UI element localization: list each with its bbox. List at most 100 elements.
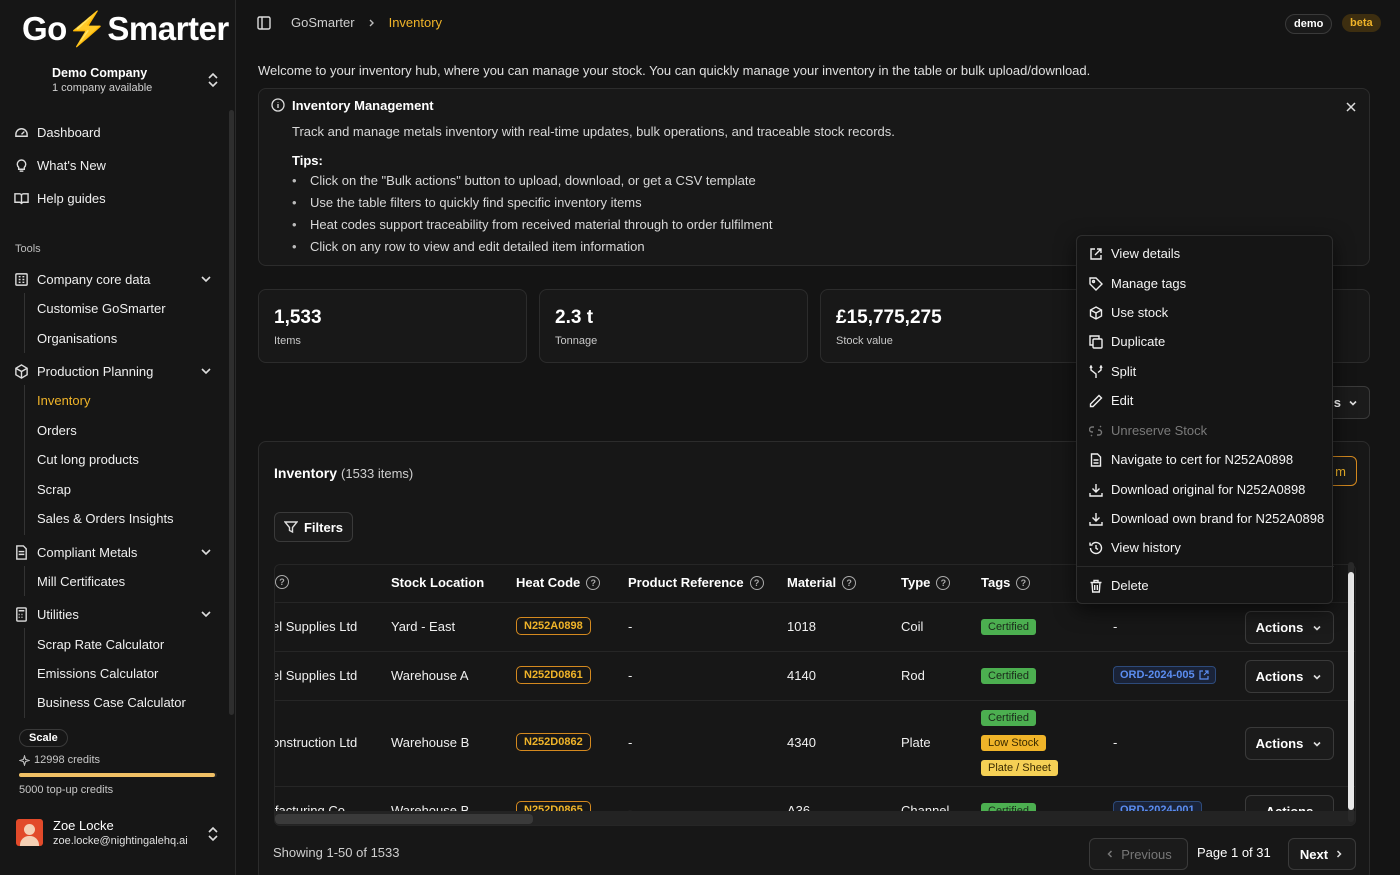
- sidebar-group-utilities[interactable]: Utilities: [14, 604, 79, 624]
- help-circle-icon[interactable]: ?: [275, 575, 289, 589]
- menu-item-download-own-brand[interactable]: Download own brand for N252A0898: [1089, 511, 1324, 526]
- table-row[interactable]: el Supplies Ltd Warehouse A N252D0861 - …: [275, 651, 1355, 700]
- book-icon: [14, 191, 29, 206]
- stat-value: 1,533: [274, 307, 322, 328]
- sidebar-item-scrap-rate-calculator[interactable]: Scrap Rate Calculator: [37, 637, 164, 652]
- sidebar-item-cut-long-products[interactable]: Cut long products: [37, 452, 139, 467]
- menu-item-label: Duplicate: [1111, 334, 1166, 349]
- heat-code-badge[interactable]: N252A0898: [516, 617, 591, 635]
- actions-button[interactable]: Actions: [1245, 660, 1334, 693]
- menu-item-view-history[interactable]: View history: [1089, 540, 1181, 555]
- previous-page-button[interactable]: Previous: [1089, 838, 1188, 870]
- bulk-actions-label: s: [1333, 395, 1341, 410]
- download-icon: [1089, 483, 1103, 497]
- column-header-label: Product Reference: [628, 575, 744, 590]
- menu-item-duplicate[interactable]: Duplicate: [1089, 334, 1165, 349]
- breadcrumb-item-gosmarter[interactable]: GoSmarter: [291, 15, 355, 30]
- chevron-down-icon[interactable]: [199, 545, 213, 559]
- credits-display: 12998 credits: [19, 754, 100, 766]
- sidebar-item-orders[interactable]: Orders: [37, 423, 77, 438]
- sidebar-item-label: What's New: [37, 157, 106, 173]
- column-header-supplier[interactable]: ?: [275, 575, 289, 589]
- chevrons-up-down-icon[interactable]: [206, 72, 220, 88]
- company-switcher[interactable]: Demo Company 1 company available: [52, 66, 152, 94]
- stat-label: Items: [274, 335, 301, 347]
- table-row[interactable]: onstruction Ltd Warehouse B N252D0862 - …: [275, 700, 1355, 786]
- table-vertical-scrollbar[interactable]: [1348, 562, 1354, 822]
- sidebar-item-mill-certificates[interactable]: Mill Certificates: [37, 574, 125, 589]
- help-circle-icon[interactable]: ?: [842, 575, 857, 590]
- gosmarter-logo[interactable]: Go⚡Smarter: [22, 10, 229, 49]
- table-title: Inventory (1533 items): [274, 465, 413, 481]
- sidebar-item-label: Help guides: [37, 190, 106, 206]
- sidebar-scrollbar[interactable]: [229, 110, 234, 715]
- order-link[interactable]: ORD-2024-005: [1113, 666, 1216, 684]
- tip-item: Heat codes support traceability from rec…: [292, 217, 772, 239]
- help-circle-icon[interactable]: ?: [586, 575, 601, 590]
- unlink-icon: [1089, 424, 1103, 438]
- sidebar-group-company-core-data[interactable]: Company core data: [14, 269, 150, 289]
- column-header-product-reference[interactable]: Product Reference?: [628, 575, 764, 590]
- sidebar-item-customise[interactable]: Customise GoSmarter: [37, 301, 166, 316]
- chevron-down-icon[interactable]: [199, 272, 213, 286]
- menu-item-download-original[interactable]: Download original for N252A0898: [1089, 482, 1305, 497]
- menu-item-use-stock[interactable]: Use stock: [1089, 305, 1168, 320]
- column-header-type[interactable]: Type?: [901, 575, 951, 590]
- sidebar-group-production-planning[interactable]: Production Planning: [14, 361, 153, 381]
- menu-item-manage-tags[interactable]: Manage tags: [1089, 276, 1186, 291]
- table-row[interactable]: el Supplies Ltd Yard - East N252A0898 - …: [275, 602, 1355, 651]
- sidebar-item-emissions-calculator[interactable]: Emissions Calculator: [37, 666, 158, 681]
- chevron-down-icon[interactable]: [199, 364, 213, 378]
- menu-separator: [1077, 566, 1334, 567]
- sidebar-tree-line: [24, 628, 25, 718]
- sidebar-item-help-guides[interactable]: Help guides: [14, 188, 106, 208]
- menu-item-navigate-to-cert[interactable]: Navigate to cert for N252A0898: [1089, 452, 1293, 467]
- next-page-button[interactable]: Next: [1288, 838, 1356, 870]
- sidebar-item-inventory[interactable]: Inventory: [37, 393, 90, 408]
- menu-item-view-details[interactable]: View details: [1089, 246, 1180, 261]
- sidebar: Go⚡Smarter Demo Company 1 company availa…: [0, 0, 236, 875]
- cell-type: Rod: [901, 668, 925, 683]
- heat-code-badge[interactable]: N252D0862: [516, 733, 591, 751]
- chevron-down-icon[interactable]: [199, 607, 213, 621]
- chevrons-up-down-icon[interactable]: [206, 826, 220, 842]
- heat-code-badge[interactable]: N252D0861: [516, 666, 591, 684]
- close-icon[interactable]: [1345, 101, 1357, 113]
- sidebar-item-sales-orders-insights[interactable]: Sales & Orders Insights: [37, 511, 174, 526]
- help-circle-icon[interactable]: ?: [1016, 575, 1031, 590]
- sidebar-item-business-case-calculator[interactable]: Business Case Calculator: [37, 695, 186, 710]
- column-header-tags[interactable]: Tags?: [981, 575, 1031, 590]
- menu-item-split[interactable]: Split: [1089, 364, 1136, 379]
- user-menu[interactable]: Zoe Locke zoe.locke@nightingalehq.ai: [16, 818, 188, 847]
- document-icon: [1089, 452, 1103, 467]
- sidebar-group-compliant-metals[interactable]: Compliant Metals: [14, 542, 137, 562]
- column-header-stock-location[interactable]: Stock Location: [391, 575, 484, 590]
- column-header-material[interactable]: Material?: [787, 575, 857, 590]
- menu-item-delete[interactable]: Delete: [1089, 578, 1149, 593]
- scrollbar-thumb[interactable]: [1348, 572, 1354, 810]
- table-horizontal-scrollbar[interactable]: [275, 811, 1355, 825]
- table-count: (1533 items): [341, 466, 414, 481]
- actions-button[interactable]: Actions: [1245, 611, 1334, 644]
- menu-item-edit[interactable]: Edit: [1089, 393, 1133, 408]
- sidebar-item-organisations[interactable]: Organisations: [37, 331, 117, 346]
- menu-item-label: View history: [1111, 540, 1181, 555]
- stat-value: £15,775,275: [836, 307, 942, 328]
- filters-button[interactable]: Filters: [274, 512, 353, 542]
- help-circle-icon[interactable]: ?: [936, 575, 951, 590]
- actions-button[interactable]: Actions: [1245, 727, 1334, 760]
- scrollbar-thumb[interactable]: [275, 814, 533, 824]
- column-header-heat-code[interactable]: Heat Code?: [516, 575, 601, 590]
- chevron-down-icon: [1311, 671, 1323, 683]
- sidebar-toggle-icon[interactable]: [257, 16, 271, 30]
- sidebar-item-dashboard[interactable]: Dashboard: [14, 122, 101, 142]
- calculator-icon: [14, 606, 29, 622]
- menu-item-label: Manage tags: [1111, 276, 1187, 291]
- tag-certified: Certified: [981, 710, 1036, 726]
- help-circle-icon[interactable]: ?: [749, 575, 764, 590]
- cell-type: Coil: [901, 619, 924, 634]
- credits-text: 12998 credits: [34, 754, 101, 766]
- sidebar-item-whats-new[interactable]: What's New: [14, 155, 106, 175]
- trash-icon: [1089, 579, 1103, 593]
- sidebar-item-scrap[interactable]: Scrap: [37, 482, 71, 497]
